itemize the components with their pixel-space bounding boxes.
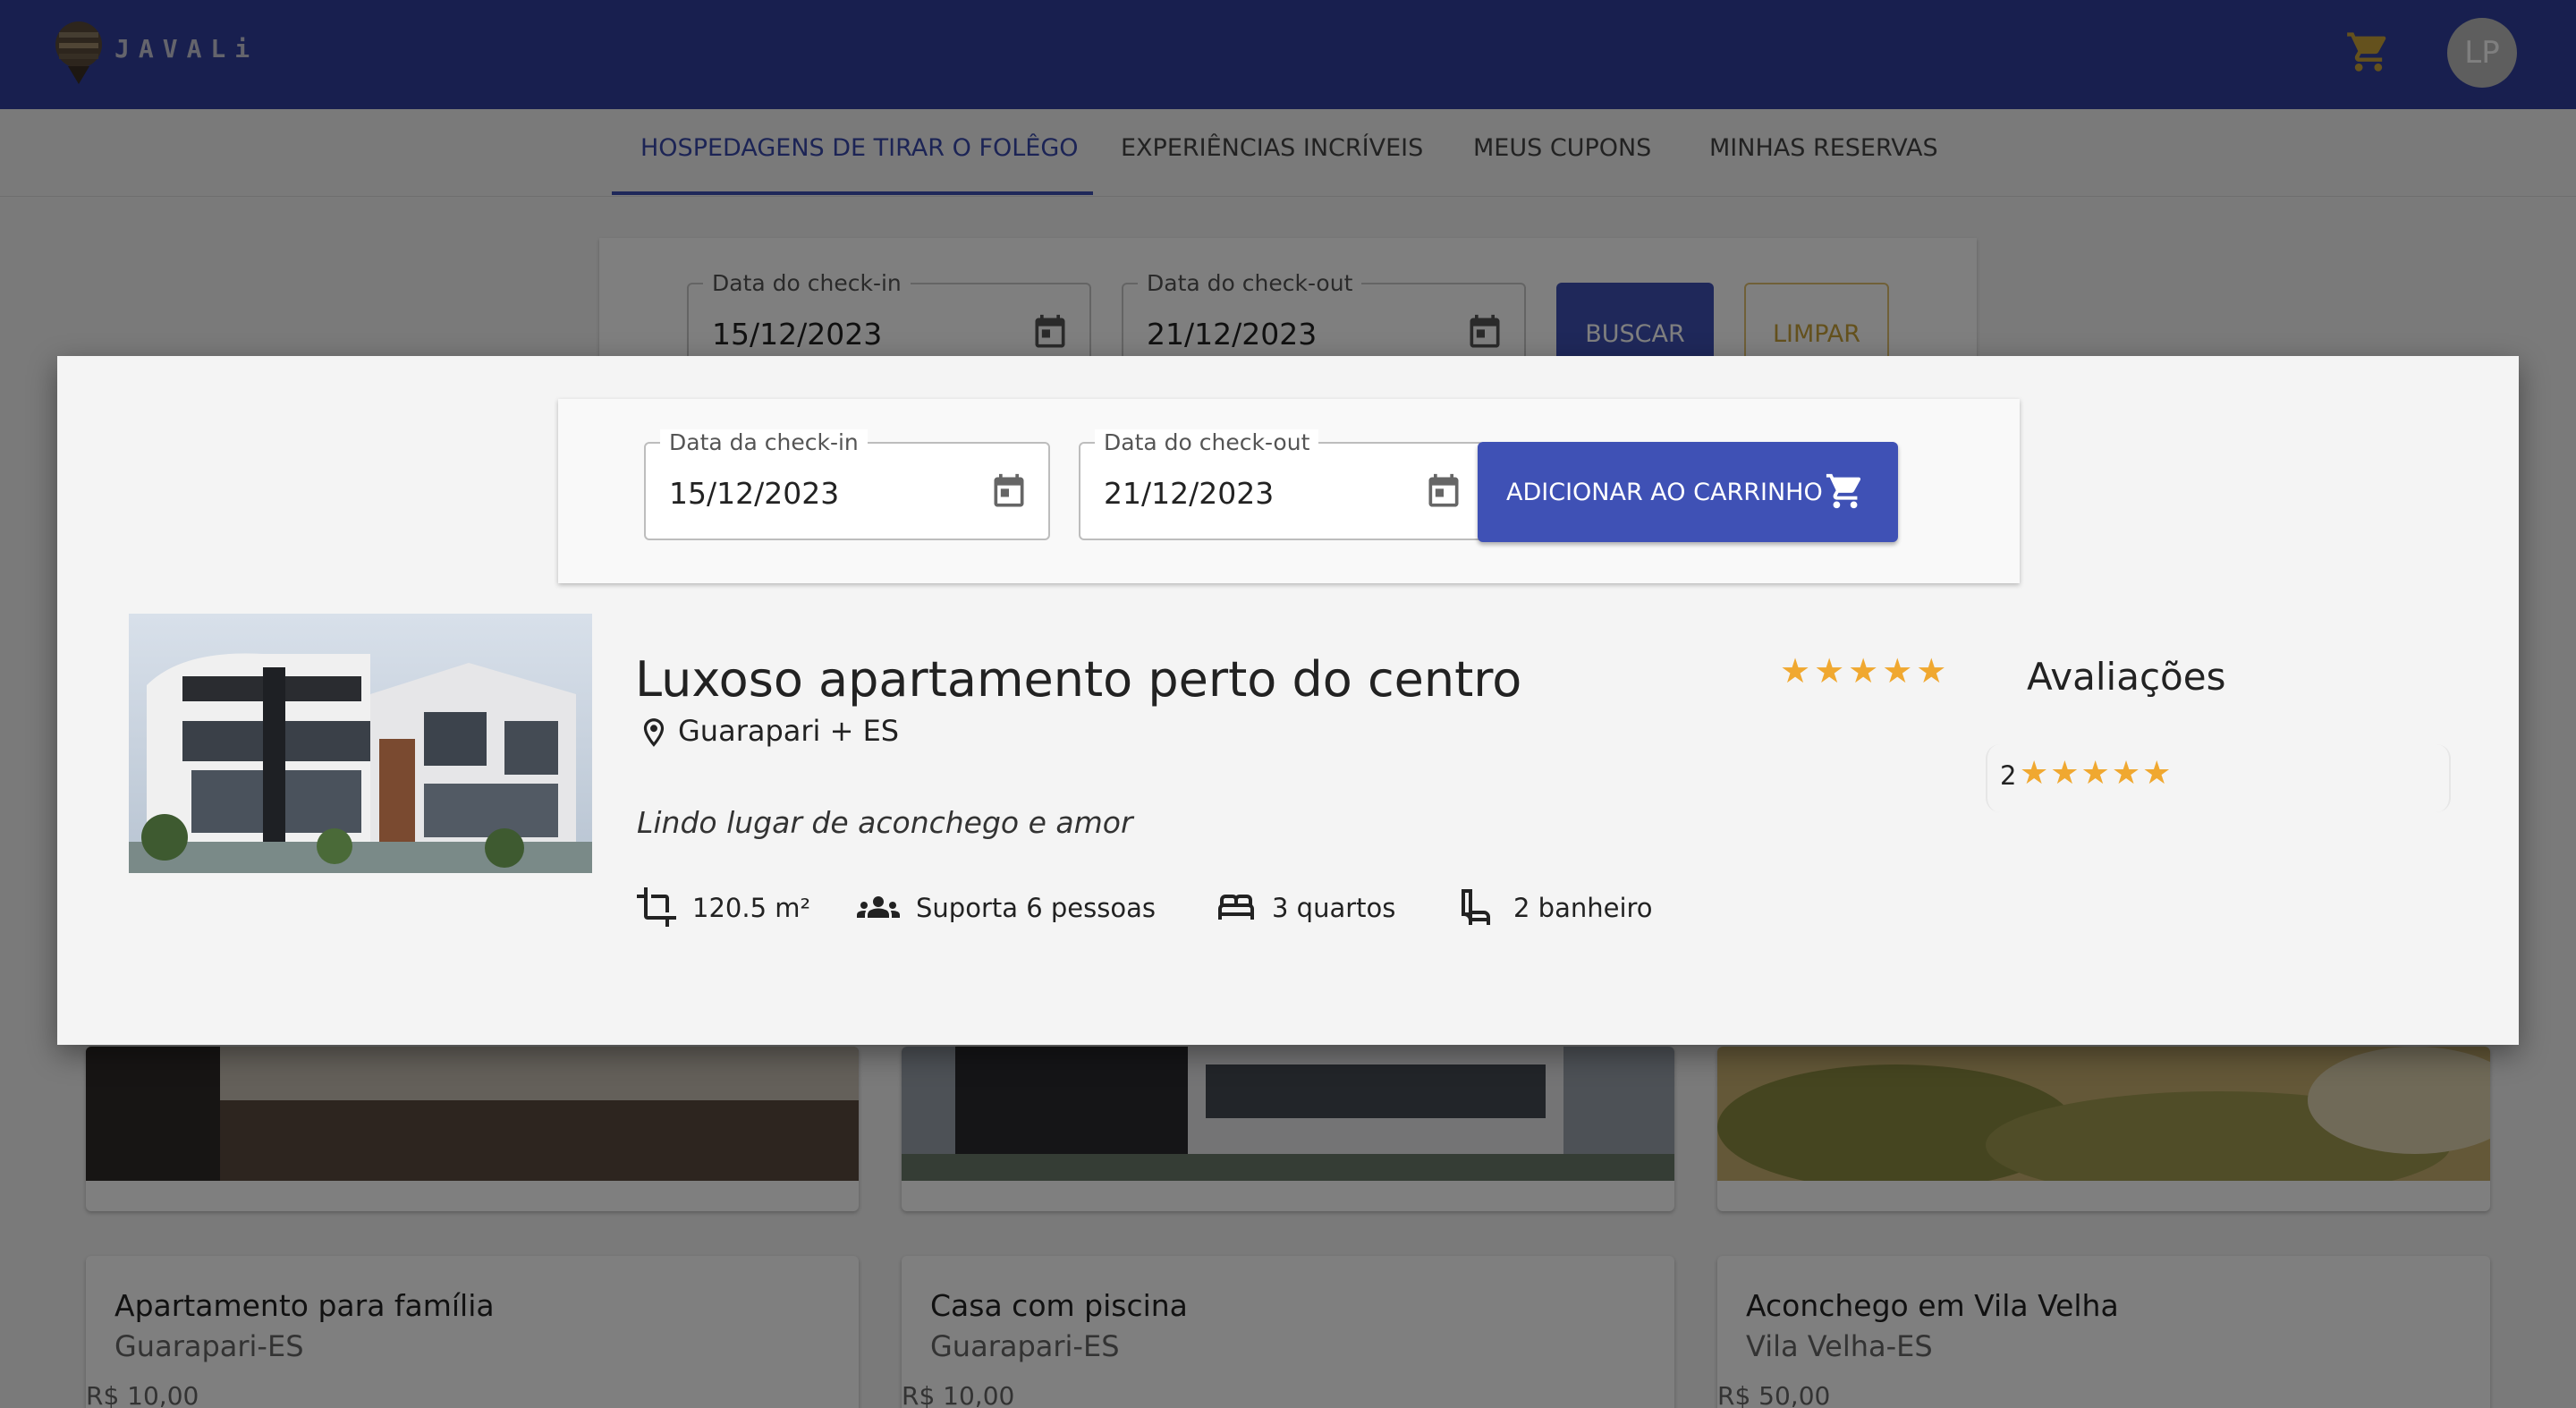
property-title: Luxoso apartamento perto do centro <box>635 651 1522 708</box>
add-to-cart-button[interactable]: ADICIONAR AO CARRINHO <box>1478 442 1898 542</box>
property-bedrooms: 3 quartos <box>1272 893 1396 923</box>
calendar-icon[interactable] <box>989 472 1029 512</box>
property-location: Guarapari + ES <box>678 714 900 748</box>
dialog-checkin-value: 15/12/2023 <box>669 476 840 511</box>
property-rating-stars: ★★★★★ <box>1780 651 1951 691</box>
booking-card: Data da check-in 15/12/2023 Data do chec… <box>558 399 2020 583</box>
crop-area-icon <box>637 887 676 927</box>
review-item: 2 ★★★★★ <box>1986 744 2451 812</box>
property-dialog: Data da check-in 15/12/2023 Data do chec… <box>57 356 2519 1045</box>
dialog-checkin-field[interactable]: Data da check-in 15/12/2023 <box>644 429 1050 540</box>
add-to-cart-label: ADICIONAR AO CARRINHO <box>1506 478 1823 506</box>
property-area: 120.5 m² <box>692 893 811 923</box>
property-guests: Suporta 6 pessoas <box>916 893 1156 923</box>
review-number: 2 <box>2000 760 2017 791</box>
property-photo <box>129 614 592 873</box>
people-icon <box>857 896 900 918</box>
dialog-checkout-label: Data do check-out <box>1095 429 1319 455</box>
dialog-checkin-label: Data da check-in <box>660 429 868 455</box>
review-stars: ★★★★★ <box>2020 755 2174 792</box>
property-description: Lindo lugar de aconchego e amor <box>637 805 1133 840</box>
cart-icon <box>1826 473 1861 509</box>
reviews-title: Avaliações <box>2027 655 2226 699</box>
dialog-checkout-field[interactable]: Data do check-out 21/12/2023 <box>1079 429 1485 540</box>
dialog-checkout-value: 21/12/2023 <box>1104 476 1275 511</box>
property-bathrooms: 2 banheiro <box>1513 893 1653 923</box>
bed-icon <box>1218 895 1254 920</box>
calendar-icon[interactable] <box>1424 472 1463 512</box>
bathroom-icon <box>1462 889 1490 925</box>
location-pin-icon <box>643 718 665 747</box>
